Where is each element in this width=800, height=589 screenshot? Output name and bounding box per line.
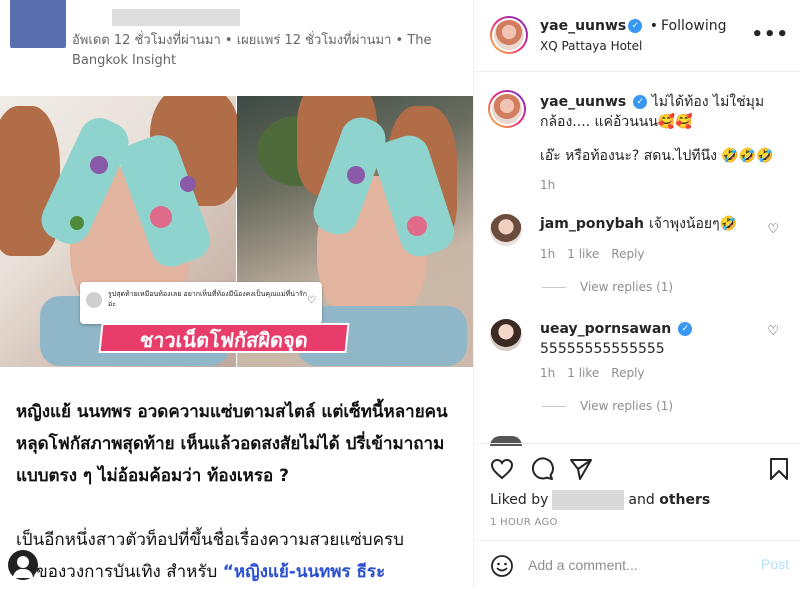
news-article: อัพเดต 12 ชั่วโมงที่ผ่านมา • เผยแพร่ 12 … [0, 0, 473, 589]
page: อัพเดต 12 ชั่วโมงที่ผ่านมา • เผยแพร่ 12 … [0, 0, 800, 589]
reply-button[interactable]: Reply [611, 247, 644, 261]
article-body-line2: ตรของวงการบันเทิง สำหรับ [16, 562, 223, 582]
heart-icon[interactable] [489, 456, 515, 482]
article-body-line1: เป็นอีกหนึ่งสาวตัวท็อปที่ขึ้นชื่อเรื่องค… [16, 530, 404, 550]
share-icon[interactable] [568, 456, 594, 482]
verified-badge-icon: ✓ [628, 19, 643, 33]
post-header: yae_uunws ✓ • Following XQ Pattaya Hotel •… [474, 0, 800, 72]
commenter-username[interactable]: jam_ponybah [540, 216, 644, 232]
user-account-icon[interactable] [8, 550, 38, 580]
comment-time: 1h [540, 247, 556, 261]
emoji-icon[interactable] [490, 554, 514, 578]
article-photo[interactable]: รูปสุดท้ายเหมือนท้องเลย อยากเห็นที่ท้องม… [0, 96, 473, 367]
commenter-avatar[interactable] [490, 319, 522, 351]
overlay-avatar [86, 292, 102, 308]
commenter-username[interactable]: ueay_pornsawan [540, 321, 671, 337]
view-replies-button[interactable]: View replies (1) [542, 399, 673, 413]
verified-badge-icon: ✓ [678, 322, 693, 336]
more-options-icon[interactable]: ••• [751, 24, 789, 45]
liked-by-user-blurred[interactable] [552, 490, 625, 510]
overlay-comment-card: รูปสุดท้ายเหมือนท้องเลย อยากเห็นที่ท้องม… [80, 282, 322, 324]
caption-body: yae_uunws ✓ ไม่ได้ท้อง ไม่ใช่มุมกล้อง....… [540, 92, 780, 132]
heart-icon: ♡ [307, 295, 316, 306]
caption-username[interactable]: yae_uunws [540, 94, 626, 110]
verified-badge-icon: ✓ [633, 95, 648, 109]
instagram-panel: yae_uunws ✓ • Following XQ Pattaya Hotel •… [473, 0, 800, 589]
caption-text-2: เอ๊ะ หรือท้องนะ? สดน.ไปทีนึง 🤣🤣🤣 [540, 148, 774, 164]
author-username[interactable]: yae_uunws [540, 18, 626, 34]
post-time-ago[interactable]: 1 HOUR AGO [490, 517, 558, 528]
article-meta: อัพเดต 12 ชั่วโมงที่ผ่านมา • เผยแพร่ 12 … [72, 33, 432, 68]
comment-body: ueay_pornsawan ✓ 55555555555555 [540, 319, 760, 359]
add-comment-bar: Post [474, 540, 800, 589]
post-button[interactable]: Post [761, 556, 789, 572]
article-body-link[interactable]: “หญิงแย้-นนทพร ธีระ [223, 562, 385, 582]
heart-icon[interactable]: ♡ [767, 222, 779, 237]
liked-by-suffix: and [628, 492, 655, 508]
comment-likes[interactable]: 1 like [567, 247, 599, 261]
comment-time: 1h [540, 366, 556, 380]
publisher-avatar[interactable] [10, 0, 66, 48]
reply-button[interactable]: Reply [611, 366, 644, 380]
overlay-comment-text: รูปสุดท้ายเหมือนท้องเลย อยากเห็นที่ท้องม… [108, 290, 308, 308]
liked-by-others[interactable]: others [659, 492, 710, 508]
view-replies-button[interactable]: View replies (1) [542, 280, 673, 294]
comment-icon[interactable] [529, 456, 555, 482]
following-button[interactable]: Following [661, 18, 727, 34]
bookmark-icon[interactable] [766, 456, 792, 482]
caption-avatar[interactable] [488, 90, 526, 128]
author-avatar[interactable] [490, 16, 528, 54]
liked-by-line: Liked by and others [490, 490, 710, 510]
header-user-line: yae_uunws ✓ • Following [540, 18, 727, 34]
add-comment-input[interactable] [528, 555, 748, 575]
comment-body: jam_ponybah เจ้าพุงน้อยๆ🤣 [540, 214, 760, 234]
caption-time: 1h [540, 178, 556, 192]
liked-by-prefix: Liked by [490, 492, 549, 508]
separator-dot: • [649, 18, 658, 34]
article-body: เป็นอีกหนึ่งสาวตัวท็อปที่ขึ้นชื่อเรื่องค… [16, 524, 456, 588]
post-actions: Liked by and others 1 HOUR AGO [474, 443, 800, 543]
post-location[interactable]: XQ Pattaya Hotel [540, 39, 642, 53]
comment-likes[interactable]: 1 like [567, 366, 599, 380]
heart-icon[interactable]: ♡ [767, 324, 779, 339]
comment-meta: 1h 1 like Reply [540, 366, 657, 380]
commenter-avatar[interactable] [490, 214, 522, 246]
overlay-label: ชาวเน็ตโฟกัสผิดจุด [98, 323, 350, 353]
comment-text: เจ้าพุงน้อยๆ🤣 [649, 216, 738, 232]
publisher-name-blurred [112, 9, 240, 26]
comment-meta: 1h 1 like Reply [540, 247, 657, 261]
article-headline: หญิงแย้ นนทพร อวดความแซ่บตามสไตล์ แต่เซ็… [16, 402, 448, 486]
comment-text: 55555555555555 [540, 341, 665, 357]
